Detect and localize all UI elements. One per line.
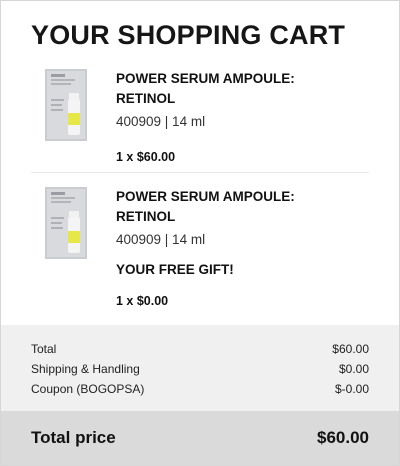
summary-label: Coupon (BOGOPSA) — [31, 382, 145, 396]
product-sku-size: 400909 | 14 ml — [116, 232, 206, 247]
summary-value: $60.00 — [332, 342, 369, 356]
serum-ampoule-product-image[interactable] — [45, 187, 87, 259]
shopping-cart-panel: YOUR SHOPPING CART POWER SERUM AMPOULE: … — [0, 0, 400, 466]
product-name-line2[interactable]: RETINOL — [116, 207, 376, 227]
free-gift-label: YOUR FREE GIFT! — [116, 262, 234, 277]
product-name-line1[interactable]: POWER SERUM AMPOULE: — [116, 69, 376, 89]
product-name-line1[interactable]: POWER SERUM AMPOULE: — [116, 187, 376, 207]
summary-label: Total — [31, 342, 57, 356]
product-quantity-price: 1 x $0.00 — [116, 294, 169, 308]
summary-row-coupon: Coupon (BOGOPSA) $-0.00 — [31, 379, 369, 399]
summary-value: $0.00 — [338, 362, 369, 376]
product-sku-size: 400909 | 14 ml — [116, 114, 206, 129]
serum-ampoule-product-image[interactable] — [45, 69, 87, 141]
total-price-bar: Total price $60.00 — [1, 411, 399, 465]
summary-label: Shipping & Handling — [31, 362, 140, 376]
total-price-label: Total price — [31, 428, 116, 447]
item-details: POWER SERUM AMPOULE: RETINOL 400909 | 14… — [116, 187, 376, 308]
summary-value: $-0.00 — [334, 382, 369, 396]
cart-item: POWER SERUM AMPOULE: RETINOL 400909 | 14… — [31, 185, 369, 315]
product-quantity-price: 1 x $60.00 — [116, 150, 176, 164]
summary-row-shipping: Shipping & Handling $0.00 — [31, 359, 369, 379]
order-summary: Total $60.00 Shipping & Handling $0.00 C… — [1, 325, 399, 411]
cart-item: POWER SERUM AMPOULE: RETINOL 400909 | 14… — [31, 65, 369, 173]
total-price-value: $60.00 — [317, 428, 369, 447]
item-details: POWER SERUM AMPOULE: RETINOL 400909 | 14… — [116, 69, 376, 164]
product-name-line2[interactable]: RETINOL — [116, 89, 376, 109]
summary-row-total: Total $60.00 — [31, 339, 369, 359]
cart-title: YOUR SHOPPING CART — [31, 20, 346, 50]
